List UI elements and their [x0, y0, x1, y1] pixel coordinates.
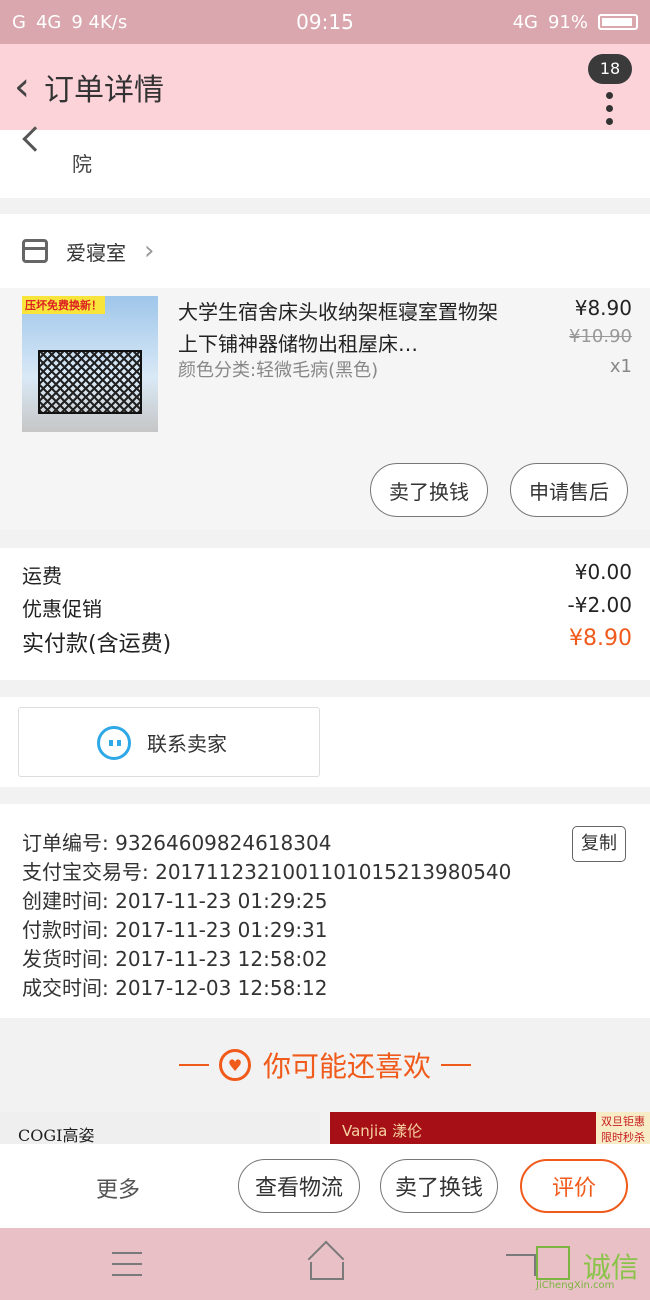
heart-icon: ♥ — [218, 1049, 251, 1081]
review-button[interactable]: 评价 — [520, 1159, 628, 1213]
recommend-ads: COGI高姿 Vanjia 漾伦 双旦钜惠 限时秒杀 — [0, 1112, 650, 1148]
image-tag: 压坏免费换新！ — [22, 296, 105, 314]
product-image[interactable]: 压坏免费换新！ — [22, 296, 158, 432]
promo-label: 优惠促销 — [22, 597, 102, 621]
sell-button-bottom[interactable]: 卖了换钱 — [380, 1159, 498, 1213]
shipping-value: ¥0.00 — [574, 560, 632, 584]
ad-right-tag: 双旦钜惠 限时秒杀 — [596, 1112, 650, 1148]
shop-row[interactable]: 爱寝室 › — [0, 214, 650, 288]
basket-graphic — [38, 350, 142, 414]
promo-row: 优惠促销 -¥2.00 — [22, 593, 632, 622]
shop-icon — [22, 239, 48, 263]
page-title: 订单详情 — [44, 73, 164, 108]
divider — [178, 1064, 209, 1066]
more-menu-button[interactable]: 18 — [588, 54, 632, 125]
alipay-number: 支付宝交易号: 2017112321001101015213980540 — [22, 860, 512, 884]
home-icon[interactable] — [306, 1250, 344, 1280]
contact-section: 联系卖家 — [0, 697, 650, 787]
status-bar: G 4G 9 4K/s 09:15 4G 91% — [0, 0, 650, 44]
total-value: ¥8.90 — [569, 626, 632, 651]
network-label: 4G — [35, 11, 62, 33]
carrier-label: G — [12, 11, 26, 33]
product-original-price: ¥10.90 — [569, 326, 632, 347]
fees-section: 运费 ¥0.00 优惠促销 -¥2.00 实付款(含运费) ¥8.90 — [0, 548, 650, 680]
created-time: 创建时间: 2017-11-23 01:29:25 — [22, 889, 328, 913]
total-label: 实付款(含运费) — [22, 632, 172, 657]
shipping-row: 运费 ¥0.00 — [22, 560, 632, 589]
product-spec: 颜色分类:轻微毛病(黑色) — [178, 360, 379, 381]
location-icon — [22, 126, 48, 152]
action-bar: 更多 查看物流 卖了换钱 评价 — [0, 1144, 650, 1228]
status-left: G 4G 9 4K/s — [12, 12, 127, 33]
address-text: 院 — [72, 152, 92, 176]
address-section: 院 — [0, 126, 650, 198]
more-dots-icon — [606, 92, 613, 125]
sell-button[interactable]: 卖了换钱 — [370, 463, 488, 517]
chevron-left-icon: ‹ — [14, 64, 30, 110]
speed-label: 9 4K/s — [71, 11, 128, 33]
ad-card-left[interactable]: COGI高姿 — [0, 1112, 320, 1148]
back-icon[interactable] — [506, 1254, 536, 1276]
contact-seller-button[interactable]: 联系卖家 — [18, 707, 320, 777]
shop-name: 爱寝室 — [66, 240, 126, 265]
promo-value: -¥2.00 — [567, 593, 632, 617]
shipped-time: 发货时间: 2017-11-23 12:58:02 — [22, 947, 328, 971]
contact-label: 联系卖家 — [147, 731, 227, 756]
paid-time: 付款时间: 2017-11-23 01:29:31 — [22, 918, 328, 942]
more-link[interactable]: 更多 — [96, 1172, 140, 1204]
chevron-right-icon: › — [144, 236, 155, 266]
copy-button[interactable]: 复制 — [572, 826, 626, 862]
status-right: 4G 91% — [513, 12, 638, 33]
product-price: ¥8.90 — [574, 296, 632, 320]
watermark-url: JiChengXin.com — [536, 1280, 615, 1291]
ad-card-right[interactable]: Vanjia 漾伦 双旦钜惠 限时秒杀 — [330, 1112, 650, 1148]
completed-time: 成交时间: 2017-12-03 12:58:12 — [22, 976, 328, 1000]
product-title: 大学生宿舍床头收纳架框寝室置物架上下铺神器储物出租屋床… — [178, 300, 498, 356]
watermark-logo: 诚信 JiChengXin.com — [536, 1246, 646, 1296]
watermark-box-icon — [536, 1246, 570, 1280]
page-header: ‹ 订单详情 18 — [0, 44, 650, 130]
message-badge: 18 — [588, 54, 632, 84]
menu-icon[interactable] — [112, 1252, 142, 1276]
total-row: 实付款(含运费) ¥8.90 — [22, 626, 632, 658]
product-quantity: x1 — [609, 356, 632, 377]
order-number: 订单编号: 93264609824618304 — [22, 831, 332, 855]
recommend-title: 你可能还喜欢 — [262, 1050, 431, 1083]
ad-right-brand: Vanjia 漾伦 — [342, 1122, 423, 1140]
view-logistics-button[interactable]: 查看物流 — [238, 1159, 360, 1213]
product-item[interactable]: 压坏免费换新！ 大学生宿舍床头收纳架框寝室置物架上下铺神器储物出租屋床… 颜色分… — [0, 288, 650, 530]
divider — [441, 1064, 471, 1066]
order-info-section: 订单编号: 93264609824618304 支付宝交易号: 20171123… — [0, 804, 650, 1018]
aftersale-button[interactable]: 申请售后 — [510, 463, 628, 517]
chat-icon — [97, 726, 131, 760]
shipping-label: 运费 — [22, 564, 62, 588]
battery-icon — [598, 14, 638, 30]
ad-left-brand: COGI高姿 — [18, 1126, 95, 1145]
back-button[interactable]: ‹ — [0, 44, 44, 130]
recommend-header: ♥ 你可能还喜欢 — [0, 1018, 650, 1112]
network2-label: 4G — [512, 11, 538, 33]
battery-percent: 91% — [547, 11, 588, 33]
